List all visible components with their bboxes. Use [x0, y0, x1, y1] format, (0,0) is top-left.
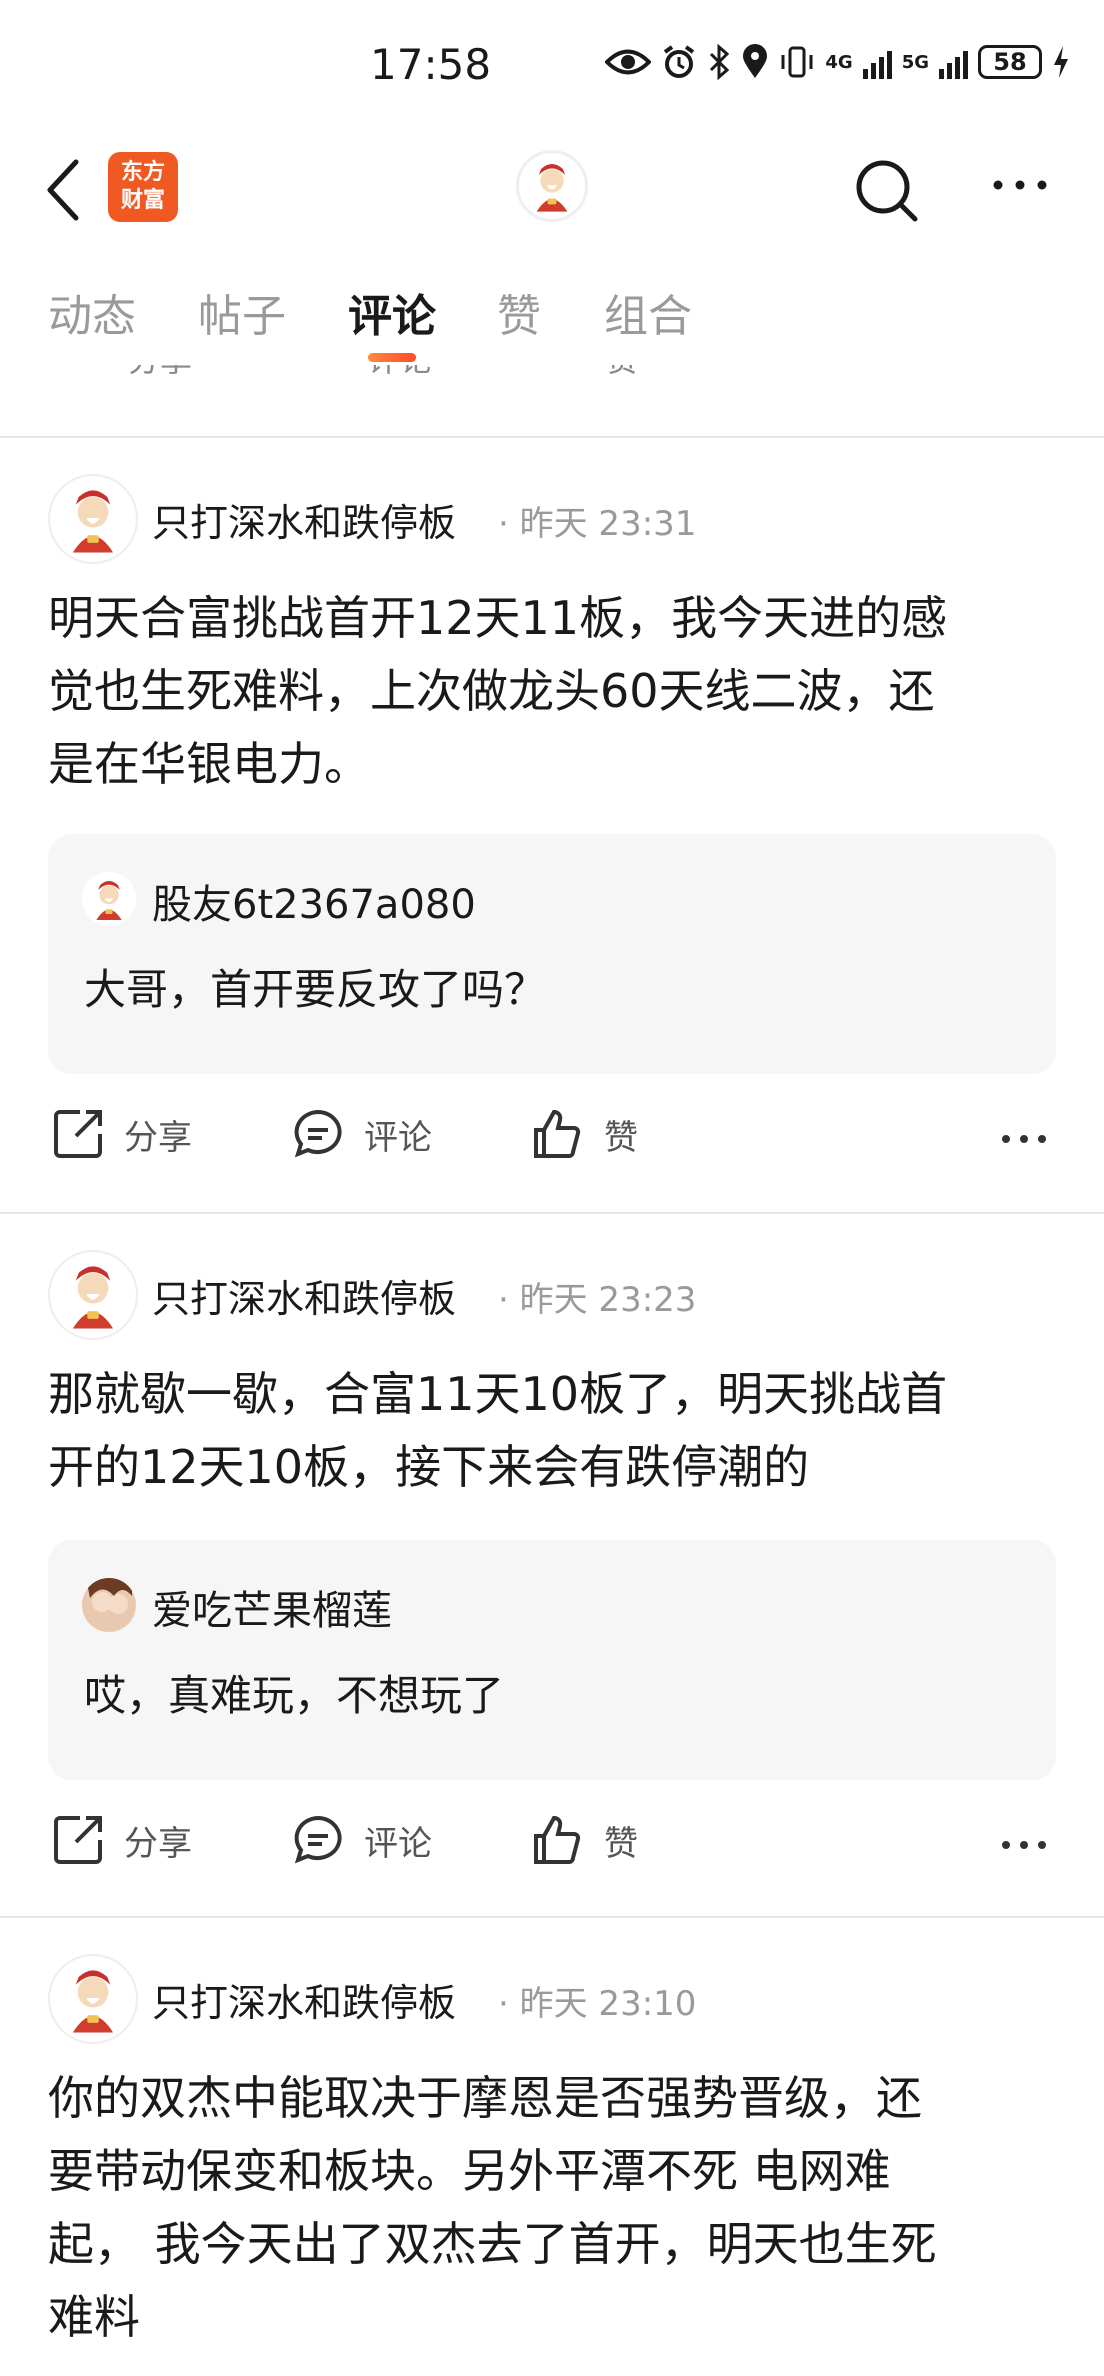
person-photo-avatar-icon — [82, 1578, 136, 1632]
fortune-god-avatar-icon — [536, 164, 568, 212]
divider — [0, 1212, 1104, 1214]
reply-text: 哎，真难玩，不想玩了 — [84, 1671, 505, 1720]
reply-author[interactable]: 爱吃芒果榴莲 — [152, 1578, 392, 1636]
tab-comments[interactable]: 评论 — [348, 280, 436, 344]
logo-line1: 东方 — [120, 160, 165, 185]
comment-label: 评论 — [364, 1823, 432, 1864]
divider — [0, 1916, 1104, 1918]
back-arrow-icon[interactable] — [44, 158, 84, 222]
action-bar: 分享 评论 赞 — [0, 1106, 1104, 1186]
previous-item-actions: 分享 评论 赞 — [0, 365, 1104, 395]
reply-author[interactable]: 股友6t2367a080 — [152, 872, 476, 930]
comment-line: 开的12天10板，接下来会有跌停潮的 — [48, 1440, 810, 1494]
comment-button[interactable]: 评论 — [290, 1106, 432, 1162]
comment-text[interactable]: 那就歇一歇，合富11天10板了，明天挑战首 开的12天10板，接下来会有跌停潮的 — [48, 1358, 1058, 1504]
author-name[interactable]: 只打深水和跌停板 — [152, 1268, 456, 1323]
comment-line: 你的双杰中能取决于摩恩是否强势晋级，还 — [48, 2071, 922, 2125]
comment-icon — [294, 1815, 342, 1864]
fortune-god-avatar-icon — [72, 1970, 114, 2033]
post-time: 昨天 23:10 — [519, 1984, 697, 2024]
author-name[interactable]: 只打深水和跌停板 — [152, 492, 456, 547]
comment-icon — [294, 1109, 342, 1158]
status-bar: 17:58 4G 5G 58 — [0, 0, 1104, 130]
separator-dot: · — [498, 1984, 509, 2024]
thumbs-up-icon — [534, 1109, 581, 1158]
comment-line: 觉也生死难料，上次做龙头60天线二波，还 — [48, 664, 935, 718]
like-button[interactable]: 赞 — [530, 1812, 638, 1868]
like-button[interactable]: 赞 — [530, 1106, 638, 1162]
comment-label[interactable]: 评论 — [368, 365, 432, 381]
reply-preview[interactable]: 股友6t2367a080 大哥，首开要反攻了吗？ — [48, 834, 1056, 1074]
logo-line2: 财富 — [120, 188, 165, 213]
like-label[interactable]: 赞 — [606, 365, 638, 381]
search-icon[interactable] — [852, 156, 922, 226]
author-avatar[interactable] — [48, 1954, 138, 2044]
thumbs-up-icon — [534, 1815, 581, 1864]
separator-dot: · — [498, 504, 509, 544]
reply-preview[interactable]: 爱吃芒果榴莲 哎，真难玩，不想玩了 — [48, 1540, 1056, 1780]
comment-button[interactable]: 评论 — [290, 1812, 432, 1868]
vibrate-icon — [781, 46, 813, 78]
signal-icon — [939, 45, 968, 79]
tab-likes[interactable]: 赞 — [497, 280, 541, 344]
like-label: 赞 — [604, 1823, 638, 1864]
active-tab-indicator — [368, 353, 416, 362]
reply-avatar — [82, 872, 136, 926]
like-label: 赞 — [604, 1117, 638, 1158]
author-avatar[interactable] — [48, 1250, 138, 1340]
fortune-god-avatar-icon — [72, 490, 114, 553]
eye-icon — [605, 49, 652, 75]
share-label: 分享 — [124, 1117, 192, 1158]
author-avatar[interactable] — [48, 474, 138, 564]
reply-text: 大哥，首开要反攻了吗？ — [84, 965, 547, 1014]
fortune-god-avatar-icon — [72, 1266, 114, 1329]
action-bar: 分享 评论 赞 — [0, 1812, 1104, 1892]
network-4g-label: 4G — [825, 51, 853, 73]
top-nav-bar: 东方 财富 — [0, 130, 1104, 250]
app-logo[interactable]: 东方 财富 — [108, 152, 178, 222]
tab-posts[interactable]: 帖子 — [198, 280, 286, 344]
more-options-icon[interactable] — [990, 170, 1050, 200]
share-icon — [54, 1816, 102, 1864]
share-button[interactable]: 分享 — [50, 1812, 192, 1868]
share-label: 分享 — [124, 1823, 192, 1864]
battery-indicator: 58 — [978, 45, 1042, 79]
share-label[interactable]: 分享 — [128, 365, 192, 381]
comment-line: 起， 我今天出了双杰去了首开，明天也生死 — [48, 2217, 937, 2271]
profile-tabs: 动态 帖子 评论 赞 组合 — [0, 280, 1104, 370]
comment-label: 评论 — [364, 1117, 432, 1158]
comment-line: 要带动保变和板块。另外平潭不死 电网难 — [48, 2144, 891, 2198]
share-button[interactable]: 分享 — [50, 1106, 192, 1162]
comment-line: 明天合富挑战首开12天11板，我今天进的感 — [48, 591, 948, 645]
divider — [0, 436, 1104, 438]
bluetooth-icon — [710, 44, 730, 80]
comment-line: 难料 — [48, 2290, 140, 2344]
user-avatar[interactable] — [516, 150, 588, 222]
comment-text[interactable]: 你的双杰中能取决于摩恩是否强势晋级，还 要带动保变和板块。另外平潭不死 电网难 … — [48, 2062, 1058, 2354]
share-icon — [54, 1110, 102, 1158]
status-time: 17:58 — [370, 40, 492, 89]
tab-portfolio[interactable]: 组合 — [604, 280, 692, 344]
status-icons: 4G 5G 58 — [605, 44, 1070, 80]
fortune-god-avatar-icon — [96, 881, 122, 920]
comment-line: 那就歇一歇，合富11天10板了，明天挑战首 — [48, 1367, 948, 1421]
location-icon — [743, 44, 768, 78]
network-5g-label: 5G — [901, 51, 929, 73]
more-options-icon[interactable] — [1000, 1838, 1048, 1852]
tab-dynamic[interactable]: 动态 — [48, 280, 136, 344]
post-time: 昨天 23:23 — [519, 1280, 697, 1320]
signal-icon — [862, 45, 892, 79]
alarm-icon — [664, 45, 695, 78]
post-time: 昨天 23:31 — [519, 504, 697, 544]
comment-line: 是在华银电力。 — [48, 737, 370, 791]
comment-text[interactable]: 明天合富挑战首开12天11板，我今天进的感 觉也生死难料，上次做龙头60天线二波… — [48, 582, 1058, 801]
reply-avatar — [82, 1578, 136, 1632]
charging-icon — [1054, 46, 1068, 78]
separator-dot: · — [498, 1280, 509, 1320]
more-options-icon[interactable] — [1000, 1132, 1048, 1146]
author-name[interactable]: 只打深水和跌停板 — [152, 1972, 456, 2027]
